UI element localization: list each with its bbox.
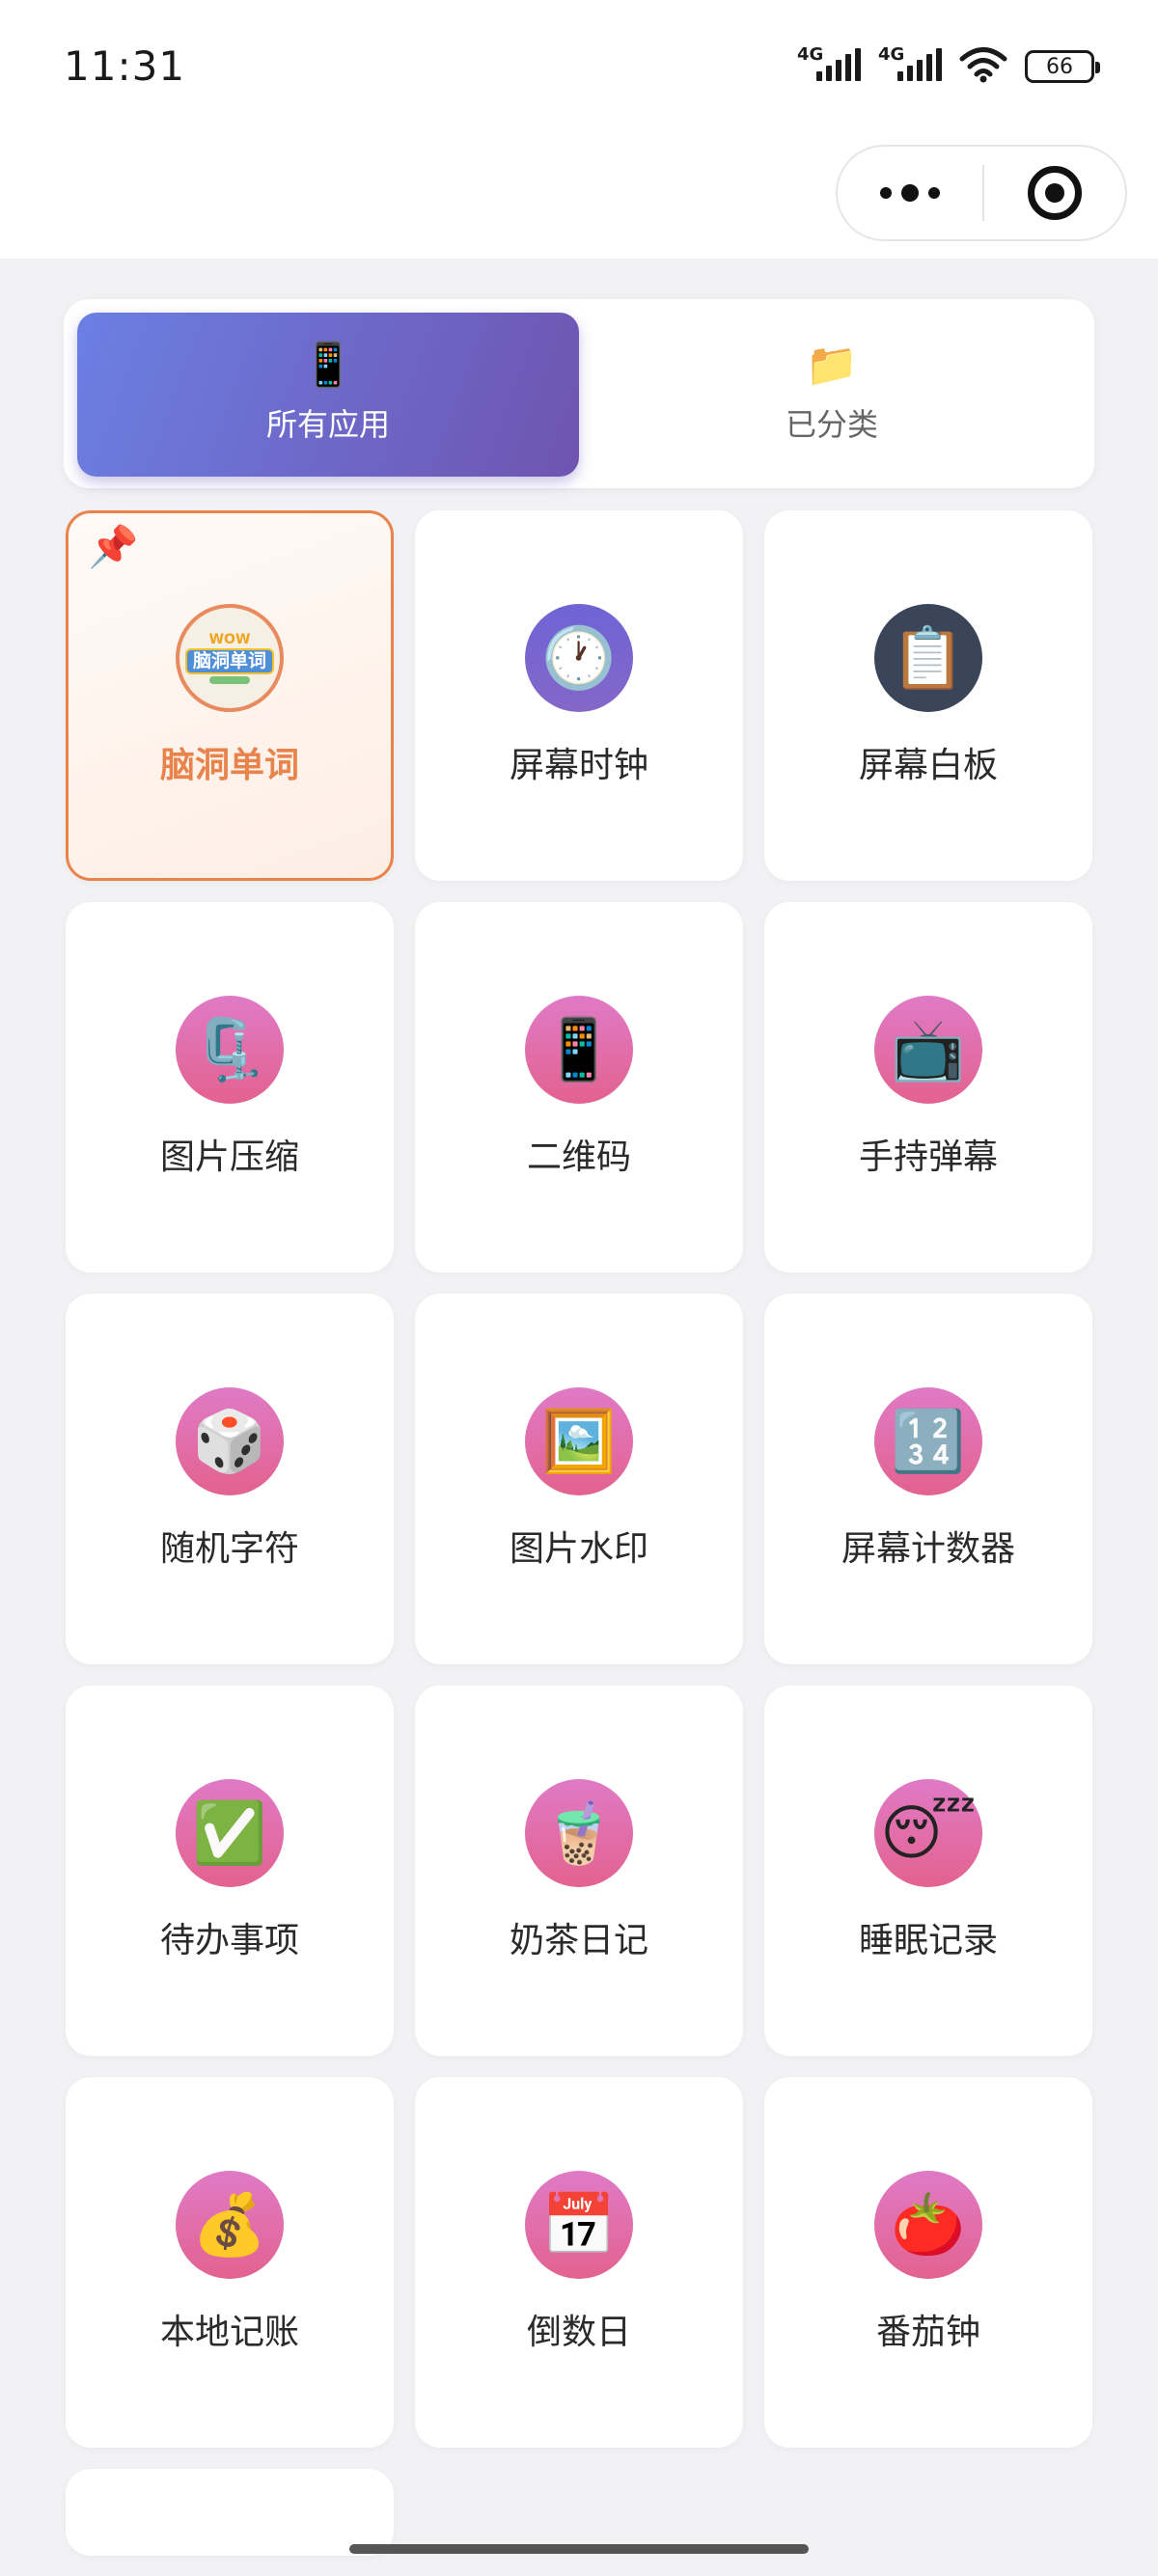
app-card-random-chars[interactable]: 🎲 随机字符	[66, 1294, 394, 1664]
mobile-phone-icon: 📱	[525, 996, 633, 1104]
app-name: 随机字符	[159, 1529, 299, 1569]
numbers-icon: 🔢	[874, 1387, 982, 1495]
status-icons: 4G 4G 66	[797, 44, 1100, 83]
app-card-screen-counter[interactable]: 🔢 屏幕计数器	[764, 1294, 1092, 1664]
sleeping-face-icon: 😴	[874, 1779, 982, 1887]
app-card-handheld-danmaku[interactable]: 📺 手持弹幕	[764, 902, 1092, 1273]
battery-level: 66	[1046, 54, 1073, 79]
app-card-image-watermark[interactable]: 🖼️ 图片水印	[415, 1294, 743, 1664]
status-time: 11:31	[64, 42, 186, 90]
app-name: 图片压缩	[159, 1137, 299, 1177]
clipboard-icon: 📋	[874, 604, 982, 712]
tomato-icon: 🍅	[874, 2171, 982, 2279]
mobile-phone-icon: 📱	[301, 341, 355, 390]
clamp-icon: 🗜️	[176, 996, 284, 1104]
app-name: 睡眠记录	[858, 1921, 998, 1960]
mini-program-capsule	[836, 145, 1127, 241]
app-name: 屏幕时钟	[509, 746, 648, 785]
app-card-screen-whiteboard[interactable]: 📋 屏幕白板	[764, 510, 1092, 881]
app-card-milk-tea-diary[interactable]: 🧋 奶茶日记	[415, 1685, 743, 2056]
brain-words-logo-icon: WOW 脑洞单词	[176, 604, 284, 712]
app-card-partial[interactable]	[66, 2469, 394, 2556]
close-mini-program-button[interactable]	[984, 166, 1125, 220]
television-icon: 📺	[874, 996, 982, 1104]
app-card-brain-words[interactable]: 📌 WOW 脑洞单词 脑洞单词	[66, 510, 394, 881]
clock-icon: 🕐	[525, 604, 633, 712]
app-name: 脑洞单词	[159, 746, 299, 785]
check-mark-icon: ✅	[176, 1779, 284, 1887]
app-name: 手持弹幕	[858, 1137, 998, 1177]
app-name: 屏幕计数器	[841, 1529, 1015, 1569]
money-bag-icon: 💰	[176, 2171, 284, 2279]
app-card-sleep-record[interactable]: 😴 睡眠记录	[764, 1685, 1092, 2056]
app-name: 奶茶日记	[509, 1921, 648, 1960]
cellular-signal-icon: 4G	[878, 44, 946, 83]
app-name: 待办事项	[159, 1921, 299, 1960]
folder-icon: 📁	[805, 341, 859, 390]
app-card-countdown-days[interactable]: 📅 倒数日	[415, 2077, 743, 2448]
calendar-icon: 📅	[525, 2171, 633, 2279]
dice-icon: 🎲	[176, 1387, 284, 1495]
app-card-screen-clock[interactable]: 🕐 屏幕时钟	[415, 510, 743, 881]
app-name: 番茄钟	[875, 2313, 980, 2352]
app-card-pomodoro[interactable]: 🍅 番茄钟	[764, 2077, 1092, 2448]
app-name: 图片水印	[509, 1529, 648, 1569]
bubble-tea-icon: 🧋	[525, 1779, 633, 1887]
app-card-local-ledger[interactable]: 💰 本地记账	[66, 2077, 394, 2448]
home-indicator[interactable]	[349, 2544, 809, 2554]
top-bar: 11:31 4G 4G 66	[0, 0, 1158, 259]
app-card-image-compress[interactable]: 🗜️ 图片压缩	[66, 902, 394, 1273]
pushpin-icon: 📌	[88, 523, 139, 570]
app-name: 倒数日	[526, 2313, 631, 2352]
tab-label: 已分类	[785, 406, 878, 443]
tab-all-apps[interactable]: 📱 所有应用	[77, 313, 579, 477]
tab-label: 所有应用	[265, 406, 390, 443]
app-card-qr-code[interactable]: 📱 二维码	[415, 902, 743, 1273]
more-dots-icon[interactable]	[838, 147, 982, 239]
cellular-signal-icon: 4G	[797, 44, 865, 83]
app-grid: 📌 WOW 脑洞单词 脑洞单词 🕐 屏幕时钟 📋 屏幕白板 🗜️ 图片压缩 📱 …	[66, 510, 1092, 2556]
target-close-icon	[1028, 166, 1082, 220]
battery-icon: 66	[1025, 50, 1100, 83]
wifi-icon	[959, 47, 1007, 83]
app-name: 本地记账	[159, 2313, 299, 2352]
tab-categorized[interactable]: 📁 已分类	[581, 313, 1083, 477]
framed-picture-icon: 🖼️	[525, 1387, 633, 1495]
category-tabs: 📱 所有应用 📁 已分类	[64, 299, 1094, 488]
app-card-todo[interactable]: ✅ 待办事项	[66, 1685, 394, 2056]
app-name: 屏幕白板	[858, 746, 998, 785]
app-name: 二维码	[526, 1137, 631, 1177]
